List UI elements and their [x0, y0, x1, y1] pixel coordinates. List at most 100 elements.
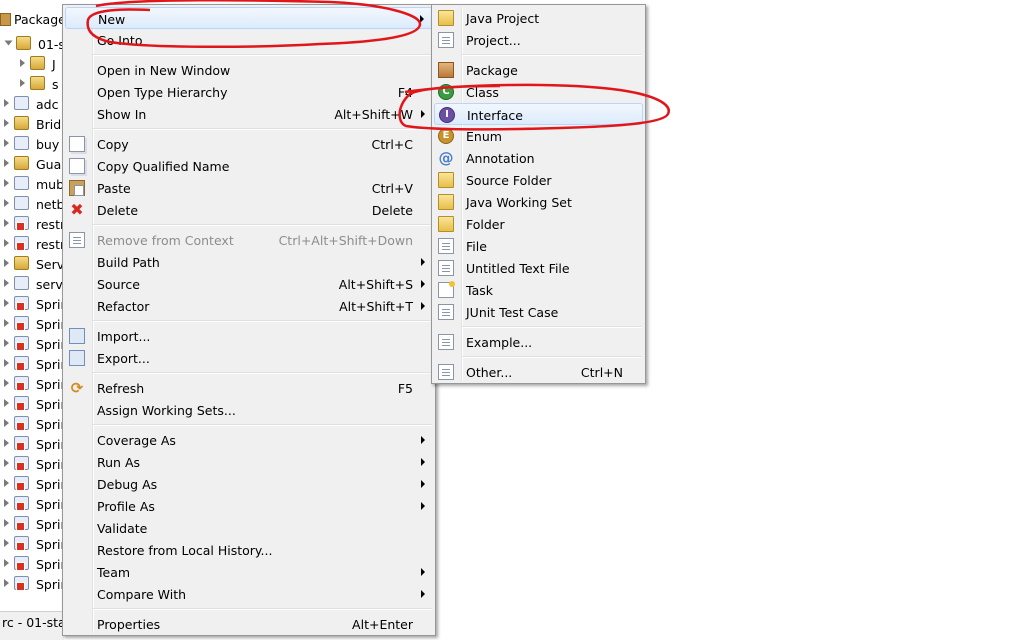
- menu-item-export[interactable]: Export...: [65, 347, 433, 369]
- tree-expand-toggle[interactable]: [4, 319, 9, 327]
- tree-expand-toggle[interactable]: [4, 579, 9, 587]
- package-explorer-tab[interactable]: Package: [0, 8, 64, 30]
- menu-item-properties[interactable]: Properties Alt+Enter: [65, 613, 433, 635]
- project-tree-item[interactable]: J: [0, 54, 64, 74]
- menu-item-go-into[interactable]: Go Into: [65, 29, 433, 51]
- tree-expand-toggle[interactable]: [4, 419, 9, 427]
- project-tree-item[interactable]: buy: [0, 134, 64, 154]
- tree-expand-toggle[interactable]: [4, 179, 9, 187]
- menu-item-open-type-hierarchy[interactable]: Open Type Hierarchy F4: [65, 81, 433, 103]
- tree-expand-toggle[interactable]: [4, 459, 9, 467]
- tree-expand-toggle[interactable]: [4, 279, 9, 287]
- project-tree-item[interactable]: s: [0, 74, 64, 94]
- project-tree-item[interactable]: Sprir: [0, 434, 64, 454]
- tree-expand-toggle[interactable]: [4, 40, 13, 46]
- tree-expand-toggle[interactable]: [20, 59, 25, 67]
- tree-expand-toggle[interactable]: [4, 199, 9, 207]
- tree-expand-toggle[interactable]: [4, 519, 9, 527]
- tree-expand-toggle[interactable]: [4, 399, 9, 407]
- tree-expand-toggle[interactable]: [4, 239, 9, 247]
- tree-expand-toggle[interactable]: [4, 359, 9, 367]
- project-tree-item[interactable]: Sprir: [0, 514, 64, 534]
- tree-expand-toggle[interactable]: [4, 439, 9, 447]
- menu-item-show-in[interactable]: Show In Alt+Shift+W: [65, 103, 433, 125]
- menu-item-assign-working-sets[interactable]: Assign Working Sets...: [65, 399, 433, 421]
- new-menu-item-package[interactable]: Package: [434, 59, 643, 81]
- tree-expand-toggle[interactable]: [4, 259, 9, 267]
- project-tree-item[interactable]: netb: [0, 194, 64, 214]
- menu-item-copy-qualified-name[interactable]: Copy Qualified Name: [65, 155, 433, 177]
- menu-item-copy[interactable]: Copy Ctrl+C: [65, 133, 433, 155]
- menu-item-source[interactable]: Source Alt+Shift+S: [65, 273, 433, 295]
- project-tree-item[interactable]: Sprir: [0, 554, 64, 574]
- new-menu-item-folder[interactable]: Folder: [434, 213, 643, 235]
- project-tree-item[interactable]: Sprir: [0, 454, 64, 474]
- project-tree-item[interactable]: 01-s: [0, 34, 64, 54]
- tree-expand-toggle[interactable]: [4, 479, 9, 487]
- new-menu-item-source-folder[interactable]: Source Folder: [434, 169, 643, 191]
- new-menu-item-task[interactable]: Task: [434, 279, 643, 301]
- project-tree-item[interactable]: restr: [0, 234, 64, 254]
- project-tree-item[interactable]: Sprir: [0, 414, 64, 434]
- menu-item-validate[interactable]: Validate: [65, 517, 433, 539]
- new-menu-item-enum[interactable]: E Enum: [434, 125, 643, 147]
- new-menu-item-java-project[interactable]: Java Project: [434, 7, 643, 29]
- new-menu-item-example[interactable]: Example...: [434, 331, 643, 353]
- menu-item-paste[interactable]: Paste Ctrl+V: [65, 177, 433, 199]
- menu-item-refresh[interactable]: ⟳ Refresh F5: [65, 377, 433, 399]
- menu-item-build-path[interactable]: Build Path: [65, 251, 433, 273]
- tree-expand-toggle[interactable]: [4, 539, 9, 547]
- project-tree-item[interactable]: Brid: [0, 114, 64, 134]
- tree-expand-toggle[interactable]: [4, 119, 9, 127]
- project-tree-item[interactable]: Sprir: [0, 574, 64, 594]
- project-tree-item[interactable]: Sprir: [0, 334, 64, 354]
- menu-item-debug-as[interactable]: Debug As: [65, 473, 433, 495]
- project-tree-item[interactable]: serv: [0, 274, 64, 294]
- project-tree-item[interactable]: Sprir: [0, 394, 64, 414]
- new-menu-item-file[interactable]: File: [434, 235, 643, 257]
- new-menu-item-java-working-set[interactable]: Java Working Set: [434, 191, 643, 213]
- project-tree-item[interactable]: Sprir: [0, 374, 64, 394]
- menu-item-coverage-as[interactable]: Coverage As: [65, 429, 433, 451]
- project-tree-item[interactable]: Sprir: [0, 474, 64, 494]
- project-tree-item[interactable]: Sprir: [0, 534, 64, 554]
- menu-item-restore-from-local-history[interactable]: Restore from Local History...: [65, 539, 433, 561]
- menu-item-run-as[interactable]: Run As: [65, 451, 433, 473]
- project-tree-item[interactable]: Serv: [0, 254, 64, 274]
- menu-item-label: Copy: [97, 137, 129, 152]
- tree-expand-toggle[interactable]: [4, 499, 9, 507]
- project-tree-item[interactable]: Sprir: [0, 314, 64, 334]
- project-tree-item[interactable]: Guar: [0, 154, 64, 174]
- new-menu-item-untitled-text-file[interactable]: Untitled Text File: [434, 257, 643, 279]
- tree-expand-toggle[interactable]: [4, 219, 9, 227]
- project-tree-item[interactable]: Sprir: [0, 494, 64, 514]
- new-menu-item-other[interactable]: Other... Ctrl+N: [434, 361, 643, 383]
- new-menu-item-interface[interactable]: I Interface: [434, 103, 643, 125]
- menu-item-new[interactable]: New: [65, 7, 433, 29]
- project-tree-item[interactable]: mub: [0, 174, 64, 194]
- menu-item-compare-with[interactable]: Compare With: [65, 583, 433, 605]
- tree-expand-toggle[interactable]: [20, 79, 25, 87]
- tree-expand-toggle[interactable]: [4, 139, 9, 147]
- menu-item-import[interactable]: Import...: [65, 325, 433, 347]
- project-tree-item[interactable]: restr: [0, 214, 64, 234]
- project-tree-item[interactable]: adc: [0, 94, 64, 114]
- tree-expand-toggle[interactable]: [4, 299, 9, 307]
- tree-expand-toggle[interactable]: [4, 559, 9, 567]
- new-menu-item-annotation[interactable]: @ Annotation: [434, 147, 643, 169]
- project-tree-item[interactable]: Sprir: [0, 294, 64, 314]
- new-menu-item-junit-test-case[interactable]: JUnit Test Case: [434, 301, 643, 323]
- menu-item-profile-as[interactable]: Profile As: [65, 495, 433, 517]
- menu-item-team[interactable]: Team: [65, 561, 433, 583]
- menu-item-remove-from-context[interactable]: Remove from Context Ctrl+Alt+Shift+Down: [65, 229, 433, 251]
- tree-expand-toggle[interactable]: [4, 99, 9, 107]
- tree-expand-toggle[interactable]: [4, 339, 9, 347]
- menu-item-refactor[interactable]: Refactor Alt+Shift+T: [65, 295, 433, 317]
- menu-item-delete[interactable]: ✖ Delete Delete: [65, 199, 433, 221]
- project-tree-item[interactable]: Sprir: [0, 354, 64, 374]
- menu-item-open-in-new-window[interactable]: Open in New Window: [65, 59, 433, 81]
- new-menu-item-project[interactable]: Project...: [434, 29, 643, 51]
- new-menu-item-class[interactable]: C Class: [434, 81, 643, 103]
- tree-expand-toggle[interactable]: [4, 159, 9, 167]
- tree-expand-toggle[interactable]: [4, 379, 9, 387]
